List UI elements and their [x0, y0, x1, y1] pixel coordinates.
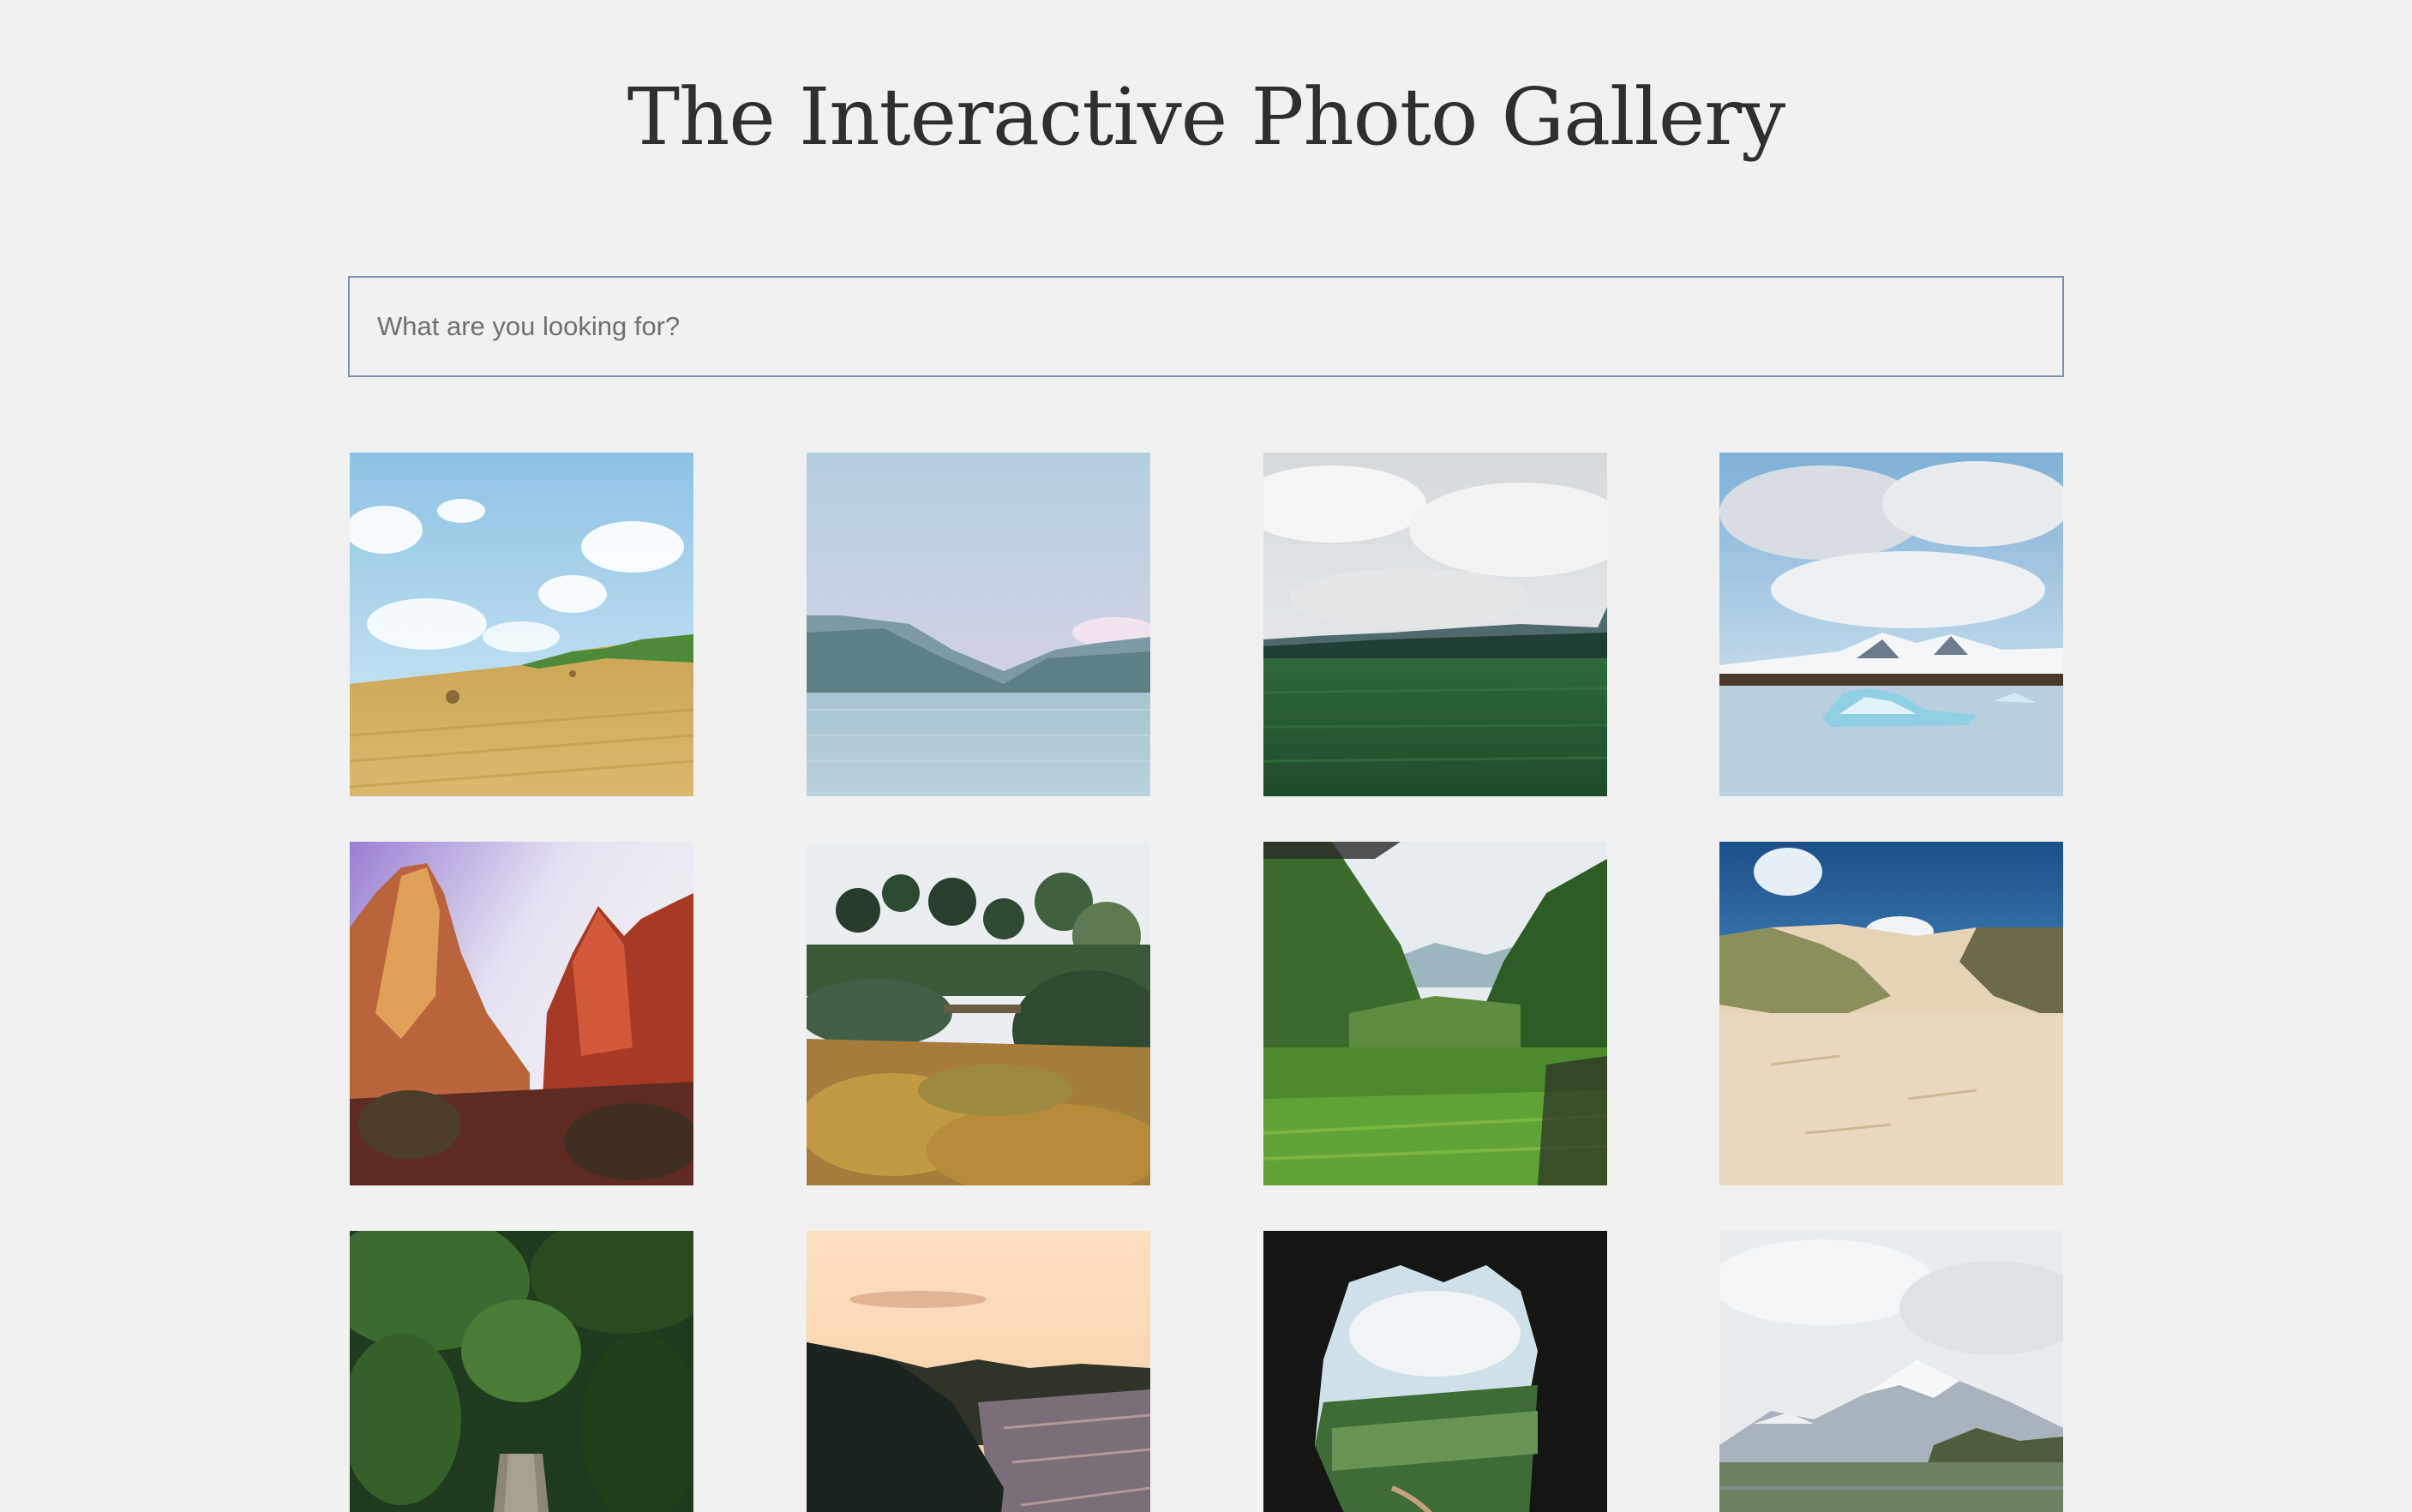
green-meadow-image	[1263, 453, 1607, 796]
photo-wheat-field[interactable]	[350, 453, 693, 796]
coastal-sunset-image	[807, 1231, 1150, 1512]
photo-green-meadow-clouds[interactable]	[1263, 453, 1607, 796]
photo-coastal-sunset[interactable]	[807, 1231, 1150, 1512]
photo-autumn-garden[interactable]	[807, 842, 1150, 1185]
red-rock-canyon-image	[350, 842, 693, 1185]
mountain-lake-image	[807, 453, 1150, 796]
sand-dunes-image	[1719, 842, 2063, 1185]
page-title: The Interactive Photo Gallery	[627, 71, 1785, 163]
wheat-field-image	[350, 453, 693, 796]
green-valley-image	[1263, 842, 1607, 1185]
snowy-mountain-image	[1719, 1231, 2063, 1512]
forest-path-image	[350, 1231, 693, 1512]
photo-cave-view[interactable]	[1263, 1231, 1607, 1512]
photo-sand-dunes[interactable]	[1719, 842, 2063, 1185]
photo-mountain-lake[interactable]	[807, 453, 1150, 796]
glacier-lagoon-image	[1719, 453, 2063, 796]
search-input[interactable]	[350, 278, 2062, 375]
cave-view-image	[1263, 1231, 1607, 1512]
photo-green-valley[interactable]	[1263, 842, 1607, 1185]
photo-red-rock-canyon[interactable]	[350, 842, 693, 1185]
search-box[interactable]	[348, 276, 2064, 377]
photo-glacier-lagoon[interactable]	[1719, 453, 2063, 796]
photo-forest-path[interactable]	[350, 1231, 693, 1512]
photo-snowy-mountain-field[interactable]	[1719, 1231, 2063, 1512]
autumn-garden-image	[807, 842, 1150, 1185]
